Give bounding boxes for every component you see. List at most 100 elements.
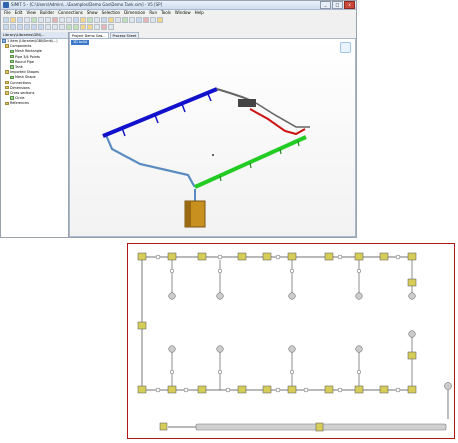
node-box[interactable] [237,385,247,394]
tree-node[interactable]: References [1,101,68,106]
maximize-button[interactable]: □ [332,1,343,9]
pump-icon[interactable] [444,382,452,390]
node-box[interactable] [354,385,364,394]
wireframe-icon[interactable] [87,24,93,30]
node-box[interactable] [407,385,417,394]
nozzle-icon[interactable] [168,345,176,353]
node-box[interactable] [262,385,272,394]
node-box[interactable] [197,252,207,261]
help-icon[interactable] [157,17,163,23]
stop-icon[interactable] [143,17,149,23]
3d-viewport[interactable]: 3D build [69,38,356,237]
valve-icon[interactable] [275,254,281,260]
nozzle-icon[interactable] [168,292,176,300]
sensor-icon[interactable] [169,268,175,274]
menu-edit[interactable]: Edit [15,10,23,16]
pipe-icon[interactable] [101,17,107,23]
menu-help[interactable]: Help [195,10,204,16]
nozzle-icon[interactable] [288,292,296,300]
sensor-icon[interactable] [356,268,362,274]
node-box[interactable] [137,252,147,261]
valve-icon[interactable] [337,387,343,393]
redo-icon[interactable] [66,17,72,23]
node-box[interactable] [137,385,147,394]
sensor-icon[interactable] [289,369,295,375]
minimize-button[interactable]: _ [320,1,331,9]
view-iso-icon[interactable] [38,24,44,30]
copy-icon[interactable] [38,17,44,23]
menu-connections[interactable]: Connections [58,10,83,16]
sensor-icon[interactable] [289,268,295,274]
menu-selection[interactable]: Selection [102,10,120,16]
node-box[interactable] [324,252,334,261]
view-right-icon[interactable] [24,24,30,30]
node-box[interactable] [324,385,334,394]
node-box[interactable] [379,385,389,394]
menu-show[interactable]: Show [87,10,98,16]
node-box[interactable] [287,252,297,261]
zoom-fit-icon[interactable] [59,24,65,30]
node-box[interactable] [379,252,389,261]
undo-icon[interactable] [59,17,65,23]
menu-tools[interactable]: Tools [161,10,171,16]
menu-window[interactable]: Window [175,10,191,16]
orbit-icon[interactable] [73,24,79,30]
node-box[interactable] [197,385,207,394]
valve-icon[interactable] [225,387,231,393]
tree-tab[interactable]: Library\Libraries\GBI\... [1,32,68,39]
camera-icon[interactable] [108,24,114,30]
menu-file[interactable]: File [4,10,11,16]
menu-view[interactable]: View [26,10,36,16]
nozzle-icon[interactable] [216,292,224,300]
scale-icon[interactable] [94,17,100,23]
node-box[interactable] [262,252,272,261]
view-back-icon[interactable] [10,24,16,30]
menu-run[interactable]: Run [149,10,157,16]
sensor-icon[interactable] [169,369,175,375]
paste-icon[interactable] [45,17,51,23]
new-icon[interactable] [3,17,9,23]
pan-icon[interactable] [66,24,72,30]
record-icon[interactable] [101,24,107,30]
valve-icon[interactable] [303,387,309,393]
valve-icon[interactable] [275,387,281,393]
node-box[interactable] [354,252,364,261]
node-box[interactable] [167,385,177,394]
shade-icon[interactable] [80,24,86,30]
options-icon[interactable] [150,17,156,23]
node-box[interactable] [407,278,417,287]
view-front-icon[interactable] [3,24,9,30]
save-icon[interactable] [17,17,23,23]
node-box[interactable] [407,252,417,261]
light-icon[interactable] [94,24,100,30]
nozzle-icon[interactable] [216,345,224,353]
nozzle-icon[interactable] [355,292,363,300]
view-top-icon[interactable] [31,24,37,30]
snap-icon[interactable] [136,17,142,23]
connect-icon[interactable] [115,17,121,23]
node-box[interactable] [287,385,297,394]
valve-icon[interactable] [337,254,343,260]
node-box[interactable] [315,422,324,432]
close-button[interactable]: x [344,1,355,9]
valve-icon[interactable] [155,387,161,393]
nozzle-icon[interactable] [355,345,363,353]
valve-icon[interactable] [395,254,401,260]
nozzle-icon[interactable] [408,292,416,300]
node-box[interactable] [167,252,177,261]
sensor-icon[interactable] [217,369,223,375]
sensor-icon[interactable] [356,369,362,375]
select-icon[interactable] [73,17,79,23]
open-icon[interactable] [10,17,16,23]
grid-icon[interactable] [129,17,135,23]
node-box[interactable] [159,422,168,431]
menu-dimension[interactable]: Dimension [124,10,145,16]
view-left-icon[interactable] [17,24,23,30]
nozzle-icon[interactable] [288,345,296,353]
move-icon[interactable] [80,17,86,23]
valve-icon[interactable] [395,387,401,393]
node-box[interactable] [237,252,247,261]
valve-icon[interactable] [183,387,189,393]
zoom-in-icon[interactable] [45,24,51,30]
delete-icon[interactable] [52,17,58,23]
